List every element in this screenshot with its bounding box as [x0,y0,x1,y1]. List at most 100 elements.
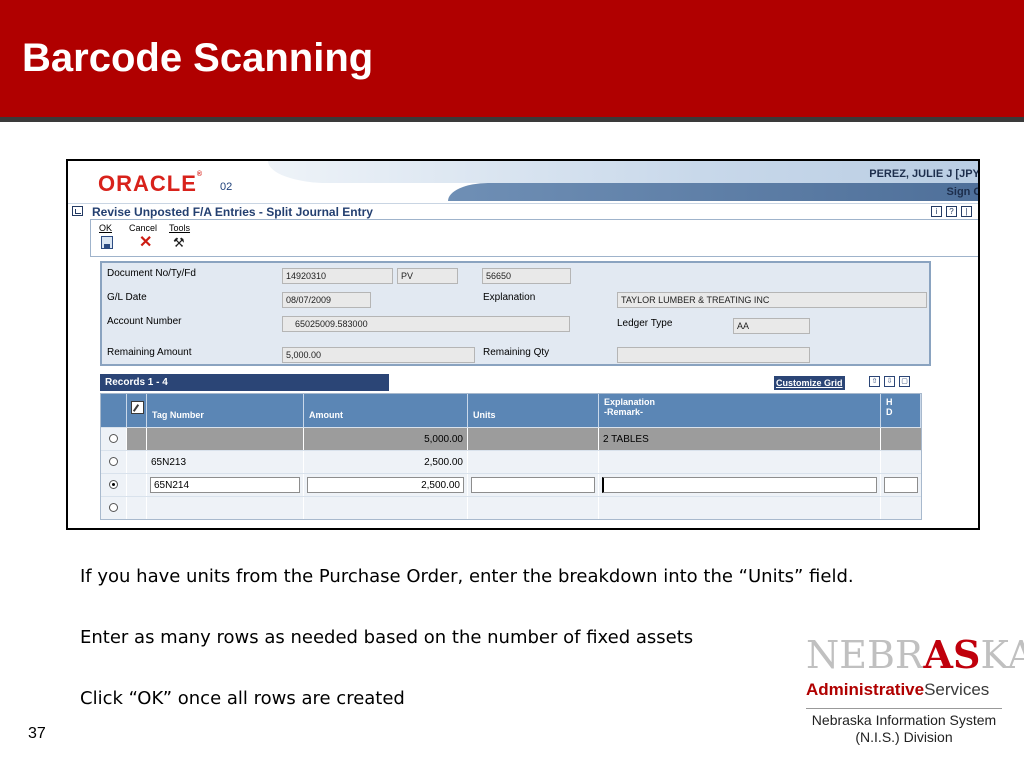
slide-header: Barcode Scanning [0,0,1024,117]
info-icon[interactable]: i [931,206,942,217]
user-name: PEREZ, JULIE J [JPY8 [869,168,980,180]
amount-cell[interactable]: 2,500.00 [304,451,468,473]
explanation-header-line2: -Remark- [604,407,644,417]
explanation-remark-header[interactable]: Explanation -Remark- [599,394,881,427]
account-number-field[interactable]: 65025009.583000 [282,316,570,332]
remaining-amount-label: Remaining Amount [107,347,192,358]
journal-header-form: Document No/Ty/Fd 14920310 PV 56650 G/L … [100,261,931,366]
table-row[interactable] [101,496,921,519]
edit-pencil-icon[interactable] [131,401,144,414]
explanation-header-line1: Explanation [604,397,656,407]
row-edit-cell [127,451,147,473]
amount-header[interactable]: Amount [304,394,468,427]
amount-cell: 2,500.00 [304,474,468,496]
row-select-cell [101,497,127,519]
grid-maximize-icon[interactable]: ▢ [899,376,910,387]
table-row-editing[interactable]: 65N214 2,500.00 [101,473,921,496]
nis-division-text: Nebraska Information System (N.I.S.) Div… [806,708,1002,746]
environment-code: 02 [220,181,233,193]
units-input[interactable] [471,477,595,493]
remark-cell [599,474,881,496]
hd-input[interactable] [884,477,918,493]
customize-grid-link[interactable]: Customize Grid [774,376,845,390]
row-select-cell [101,451,127,473]
tag-number-cell[interactable] [147,497,304,519]
instruction-units: If you have units from the Purchase Orde… [80,566,854,587]
slide-title: Barcode Scanning [22,36,374,80]
document-type-field[interactable]: PV [397,268,458,284]
page-number: 37 [28,725,46,742]
document-fd-field[interactable]: 56650 [482,268,571,284]
ledger-type-field[interactable]: AA [733,318,810,334]
form-toolbar: OK Cancel ✕ Tools ⚒ [90,219,978,257]
title-tools: i ? | [931,206,972,217]
document-number-field[interactable]: 14920310 [282,268,393,284]
edit-column-header[interactable] [127,394,147,427]
nebraska-wordmark: NEBRASKA [806,632,1024,677]
row-edit-cell [127,497,147,519]
gl-date-label: G/L Date [107,292,147,303]
row-edit-cell [127,474,147,496]
grid-upload-icon[interactable]: ⇧ [869,376,880,387]
row-select-cell [101,428,127,450]
amount-cell[interactable] [304,497,468,519]
grid-header-row: Tag Number Amount Units Explanation -Rem… [101,394,921,427]
more-icon[interactable]: | [961,206,972,217]
header-divider [0,117,1024,122]
amount-input[interactable]: 2,500.00 [307,477,464,493]
grid-download-icon[interactable]: ⇩ [884,376,895,387]
remaining-qty-label: Remaining Qty [483,347,550,358]
units-cell [468,474,599,496]
tools-icon[interactable]: ⚒ [173,236,185,250]
tag-number-cell [147,428,304,450]
sign-out-link[interactable]: Sign O [947,186,978,198]
oracle-logo: ORACLE® [98,171,204,196]
instruction-rows: Enter as many rows as needed based on th… [80,627,694,648]
app-banner: ORACLE® 02 PEREZ, JULIE J [JPY8 Sign O [68,161,978,201]
account-number-label: Account Number [107,316,182,327]
remark-input[interactable] [602,477,877,493]
explanation-field[interactable]: TAYLOR LUMBER & TREATING INC [617,292,927,308]
row-edit-cell [127,428,147,450]
row-radio-selected[interactable] [109,480,118,489]
nebraska-admin-services-logo: NEBRASKA AdministrativeServices Nebraska… [806,628,1024,752]
ok-label[interactable]: OK [99,223,112,233]
hd-header-line1: H [886,397,893,407]
cancel-x-icon[interactable]: ✕ [139,235,152,251]
document-label: Document No/Ty/Fd [107,268,196,279]
units-cell[interactable] [468,497,599,519]
tag-number-header[interactable]: Tag Number [147,394,304,427]
row-select-cell [101,474,127,496]
remark-cell: 2 TABLES [599,428,881,450]
tag-number-cell: 65N214 [147,474,304,496]
table-row[interactable]: 5,000.00 2 TABLES [101,427,921,450]
grid-tools: ⇧ ⇩ ▢ [869,376,910,387]
ledger-type-label: Ledger Type [617,318,673,329]
row-radio[interactable] [109,434,118,443]
units-cell[interactable] [468,451,599,473]
table-row[interactable]: 65N213 2,500.00 [101,450,921,473]
remaining-qty-field[interactable] [617,347,810,363]
save-icon[interactable] [101,236,113,249]
banner-band [448,183,978,201]
remark-cell[interactable] [599,497,881,519]
units-header[interactable]: Units [468,394,599,427]
tag-number-input[interactable]: 65N214 [150,477,300,493]
instruction-ok: Click “OK” once all rows are created [80,688,405,709]
hd-cell[interactable] [881,497,921,519]
hd-cell [881,474,921,496]
form-title: Revise Unposted F/A Entries - Split Jour… [92,205,373,219]
remaining-amount-field[interactable]: 5,000.00 [282,347,475,363]
row-radio[interactable] [109,503,118,512]
tools-label[interactable]: Tools [169,223,190,233]
app-screenshot: ORACLE® 02 PEREZ, JULIE J [JPY8 Sign O R… [66,159,980,530]
remark-cell[interactable] [599,451,881,473]
gl-date-field[interactable]: 08/07/2009 [282,292,371,308]
hd-cell[interactable] [881,451,921,473]
cancel-label[interactable]: Cancel [129,223,157,233]
tag-number-cell[interactable]: 65N213 [147,451,304,473]
hd-header[interactable]: H D [881,394,921,427]
form-window-icon[interactable] [72,206,83,216]
row-radio[interactable] [109,457,118,466]
help-icon[interactable]: ? [946,206,957,217]
